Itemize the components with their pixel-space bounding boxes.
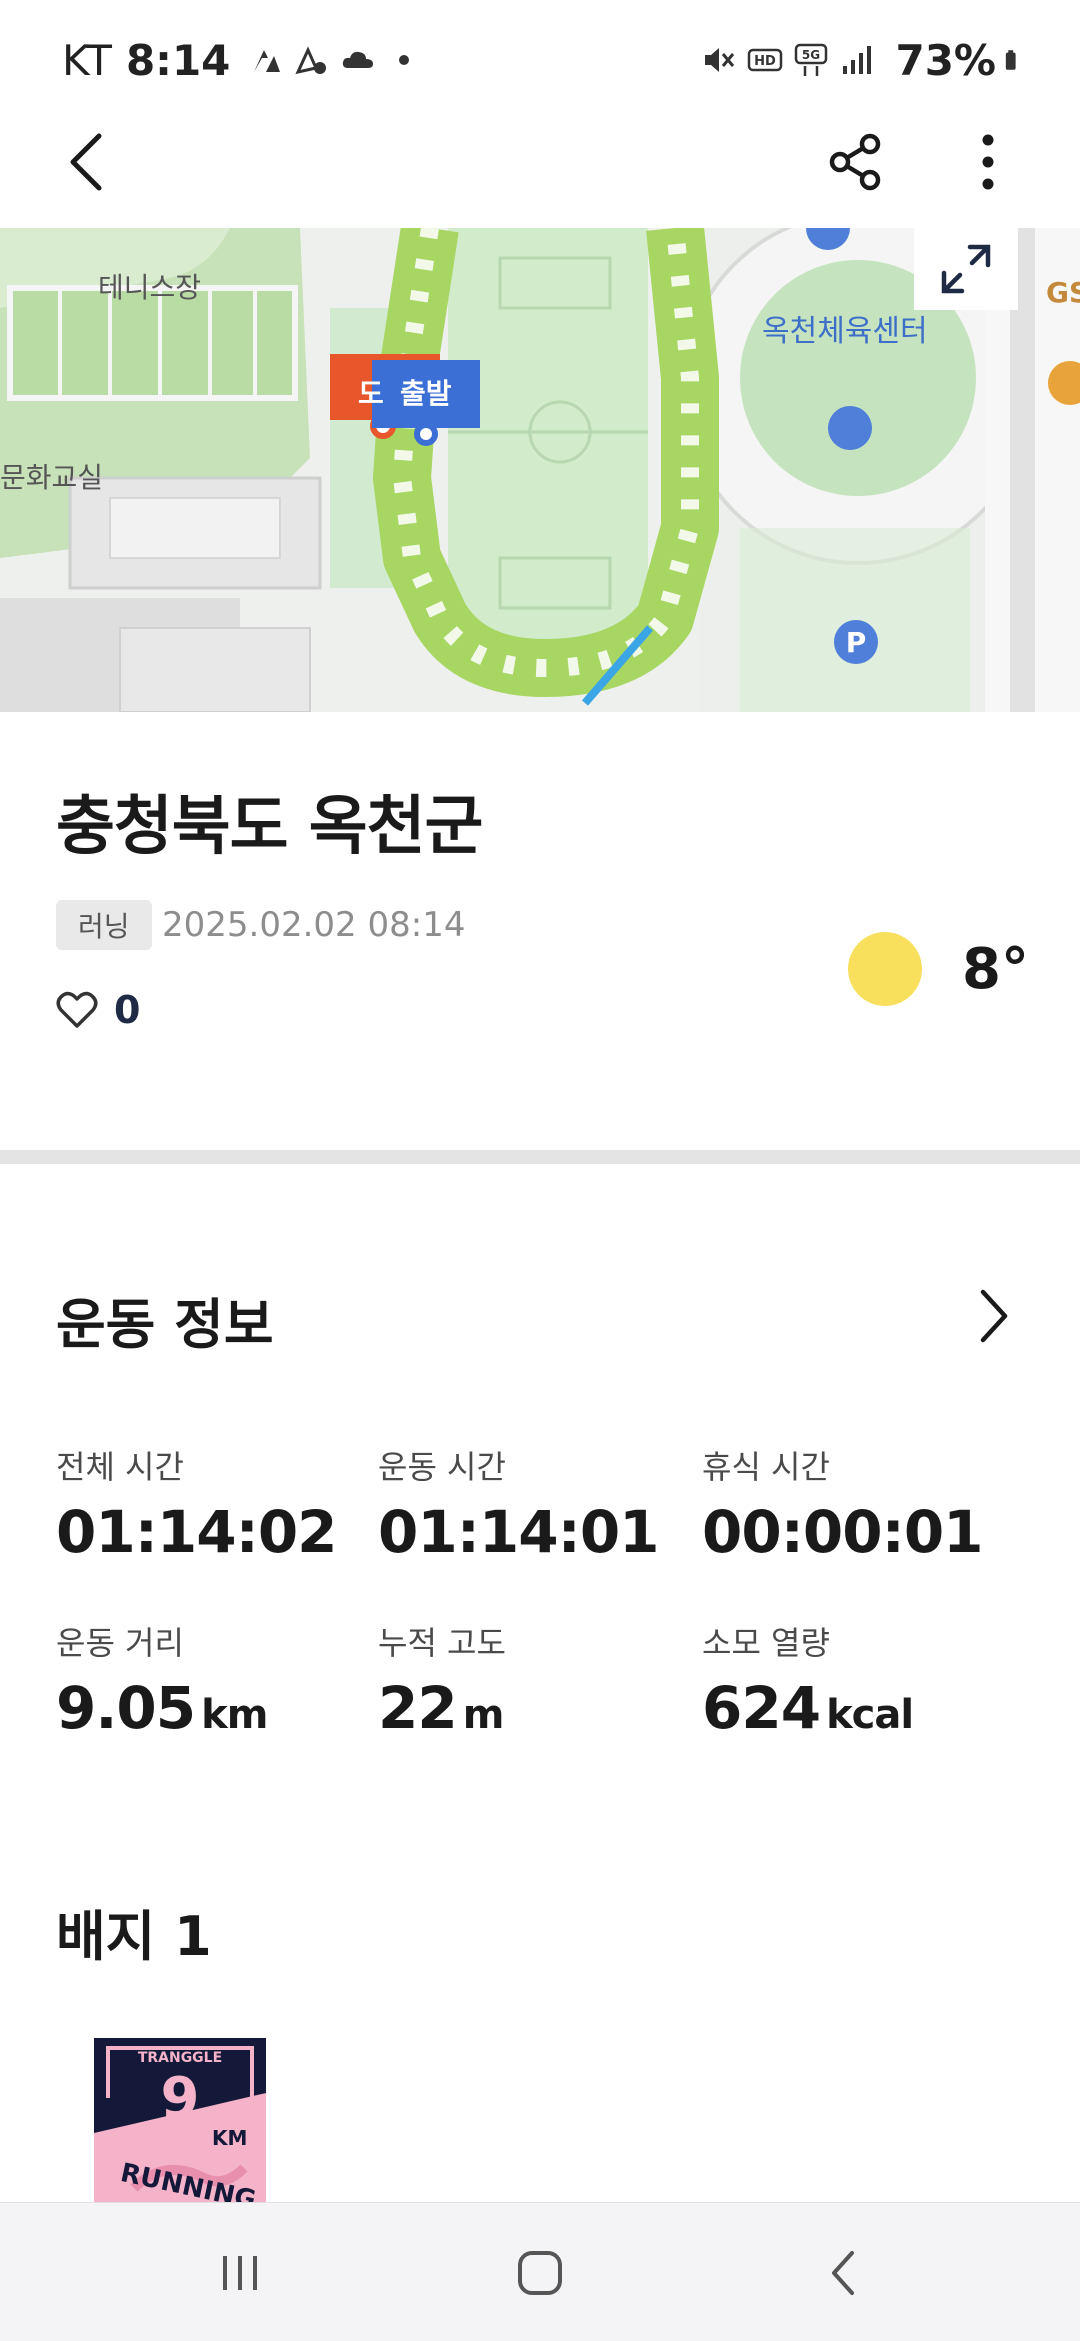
svg-text:5G: 5G	[802, 48, 820, 62]
like-count: 0	[114, 988, 141, 1032]
stat-value: 624	[702, 1674, 821, 1742]
back-icon	[832, 2251, 854, 2295]
stat-elevation: 누적 고도 22 m	[378, 1618, 506, 1742]
sun-icon	[848, 932, 922, 1006]
stat-value: 01:14:02	[56, 1498, 338, 1566]
hd-icon: HD	[748, 48, 783, 72]
map-label-culture: 문화교실	[0, 461, 104, 494]
stat-total-time: 전체 시간 01:14:02	[56, 1442, 338, 1566]
system-nav-bar	[0, 2202, 1080, 2341]
mute-icon	[705, 48, 735, 72]
activity-datetime: 2025.02.02 08:14	[162, 905, 466, 945]
route-map[interactable]: P 테니스장 옥천체육센터 문화교실 GS 도 출발	[0, 228, 1080, 712]
5g-icon: 5G	[795, 43, 828, 76]
home-button[interactable]	[500, 2233, 580, 2313]
badge-unit: KM	[212, 2126, 248, 2150]
map-label-tennis: 테니스장	[98, 271, 202, 304]
stat-label: 누적 고도	[378, 1624, 506, 1662]
stat-unit: m	[462, 1692, 505, 1738]
carrier-name: KT	[62, 35, 112, 85]
map-label-center: 옥천체육센터	[762, 314, 928, 349]
dot-icon	[399, 55, 410, 65]
section-divider	[0, 1150, 1080, 1164]
more-button[interactable]	[958, 122, 1018, 202]
stat-calories: 소모 열량 624 kcal	[702, 1618, 914, 1742]
badge-distance: 9	[160, 2066, 200, 2131]
workout-section-title: 운동 정보	[56, 1293, 274, 1356]
stat-distance: 운동 거리 9.05 km	[56, 1618, 268, 1742]
stat-unit: kcal	[826, 1692, 914, 1738]
start-label: 출발	[400, 377, 452, 410]
map-label-gs: GS	[1046, 276, 1080, 309]
heart-icon	[56, 991, 98, 1028]
badge-brand: TRANGGLE	[137, 2050, 223, 2066]
more-vertical-icon	[982, 134, 994, 190]
status-left: KT 8:14	[62, 30, 432, 90]
expand-icon	[941, 244, 991, 294]
like-button[interactable]: 0	[56, 985, 140, 1035]
stat-value: 22	[378, 1674, 458, 1742]
battery-icon	[1005, 50, 1016, 70]
activity-type-tag: 러닝	[56, 900, 152, 950]
system-back-button[interactable]	[805, 2233, 885, 2313]
status-time: 8:14	[125, 35, 231, 85]
battery-percent: 73%	[895, 35, 996, 85]
stat-label: 휴식 시간	[702, 1448, 830, 1486]
stat-label: 전체 시간	[56, 1448, 184, 1486]
badge-section-title: 배지 1	[56, 1905, 212, 1968]
back-button[interactable]	[52, 122, 122, 202]
expand-map-button[interactable]	[914, 228, 1018, 310]
recent-apps-icon	[223, 2256, 257, 2290]
svg-text:HD: HD	[755, 54, 777, 69]
chevron-right-icon	[980, 1289, 1008, 1343]
workout-detail-button[interactable]	[958, 1276, 1028, 1356]
share-icon	[829, 133, 881, 191]
stat-value: 9.05	[56, 1674, 196, 1742]
recent-apps-button[interactable]	[200, 2233, 280, 2313]
stat-value: 00:00:01	[702, 1498, 984, 1566]
home-icon	[518, 2251, 562, 2295]
cloud-icon	[343, 51, 374, 68]
svg-text:P: P	[846, 626, 867, 659]
signal-icon	[843, 46, 872, 74]
stat-label: 운동 시간	[378, 1448, 506, 1486]
temperature: 8°	[962, 936, 1029, 1002]
status-right: HD 5G 73%	[701, 30, 1036, 90]
stat-label: 운동 거리	[56, 1624, 184, 1662]
finish-label: 도	[358, 377, 384, 410]
strava-icon	[254, 50, 281, 72]
share-button[interactable]	[818, 122, 894, 202]
stat-value: 01:14:01	[378, 1498, 660, 1566]
stat-moving-time: 운동 시간 01:14:01	[378, 1442, 660, 1566]
back-arrow-icon	[70, 133, 102, 191]
badge-running-9km[interactable]: TRANGGLE 9 KM RUNNING	[94, 2038, 266, 2210]
stat-unit: km	[201, 1692, 268, 1738]
stat-label: 소모 열량	[702, 1624, 830, 1662]
status-bar: KT 8:14 HD 5G 73%	[0, 0, 1080, 115]
app-notification-icon	[295, 46, 327, 75]
stat-rest-time: 휴식 시간 00:00:01	[702, 1442, 984, 1566]
activity-title: 충청북도 옥천군	[56, 790, 483, 864]
